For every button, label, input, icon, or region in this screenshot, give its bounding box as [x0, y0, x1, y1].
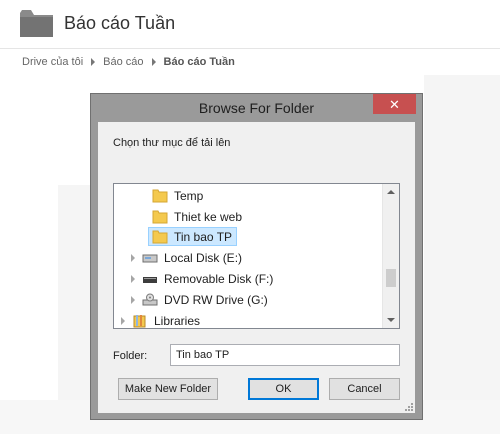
tree-item-label: Libraries: [154, 313, 201, 328]
page-title: Báo cáo Tuần: [64, 13, 176, 33]
tree-item-label: Tin bao TP: [174, 229, 233, 244]
resize-grip-icon[interactable]: [404, 402, 413, 411]
dialog-title-bar[interactable]: Browse For Folder ✕: [91, 94, 422, 122]
folder-icon: [20, 10, 53, 37]
tree-item-dvd-rw-drive-g[interactable]: DVD RW Drive (G:): [128, 290, 268, 309]
hard-drive-icon: [142, 254, 158, 262]
tree-item-tin-bao-tp[interactable]: Tin bao TP: [148, 227, 238, 246]
breadcrumb: Drive của tôi Báo cáo Báo cáo Tuần: [22, 56, 235, 68]
tree-item-libraries[interactable]: Libraries: [118, 311, 201, 328]
drive-header: Báo cáo Tuần: [0, 0, 500, 48]
cancel-button[interactable]: Cancel: [329, 378, 400, 400]
tree-item-label: DVD RW Drive (G:): [164, 292, 268, 307]
tree-item-label: Thiet ke web: [174, 209, 243, 224]
scroll-up-icon[interactable]: [387, 190, 395, 194]
header-divider: [0, 48, 500, 49]
folder-tree[interactable]: Temp Thiet ke web Tin bao TP Local Disk …: [113, 183, 400, 329]
expand-icon[interactable]: [128, 274, 138, 283]
tree-item-local-disk-e[interactable]: Local Disk (E:): [128, 248, 242, 267]
breadcrumb-item-reports[interactable]: Báo cáo: [103, 56, 143, 68]
tree-item-label: Local Disk (E:): [164, 250, 243, 265]
tree-item-thiet-ke-web[interactable]: Thiet ke web: [152, 207, 242, 226]
breadcrumb-item-my-drive[interactable]: Drive của tôi: [22, 56, 83, 68]
close-icon: ✕: [389, 96, 400, 112]
close-button[interactable]: ✕: [373, 94, 416, 114]
breadcrumb-item-current: Báo cáo Tuần: [163, 56, 235, 68]
expand-icon[interactable]: [128, 253, 138, 262]
dialog-description: Chọn thư mục để tải lên: [113, 137, 231, 149]
libraries-icon: [133, 314, 146, 327]
chevron-right-icon: [151, 58, 156, 66]
scroll-down-icon[interactable]: [387, 318, 395, 322]
folder-label: Folder:: [113, 350, 148, 362]
tree-item-label: Temp: [174, 188, 204, 203]
folder-icon: [152, 189, 168, 202]
background-panel: [424, 75, 500, 420]
dialog-body: Chọn thư mục để tải lên Temp Thiet ke we…: [98, 122, 415, 413]
make-new-folder-button[interactable]: Make New Folder: [118, 378, 218, 400]
removable-disk-icon: [143, 276, 157, 283]
folder-icon: [152, 210, 168, 223]
browse-folder-dialog: Browse For Folder ✕ Chọn thư mục để tải …: [90, 93, 423, 420]
folder-name-input[interactable]: [170, 344, 400, 366]
tree-item-removable-disk-f[interactable]: Removable Disk (F:): [128, 269, 273, 288]
tree-scrollbar[interactable]: [382, 184, 399, 328]
background-panel: [58, 185, 92, 410]
chevron-right-icon: [91, 58, 96, 66]
expand-icon[interactable]: [118, 316, 128, 325]
folder-icon: [152, 230, 168, 243]
scrollbar-thumb[interactable]: [386, 269, 396, 287]
expand-icon[interactable]: [128, 295, 138, 304]
ok-button[interactable]: OK: [248, 378, 319, 400]
dvd-drive-icon: [142, 293, 158, 305]
tree-item-label: Removable Disk (F:): [164, 271, 274, 286]
tree-item-temp[interactable]: Temp: [152, 186, 203, 205]
